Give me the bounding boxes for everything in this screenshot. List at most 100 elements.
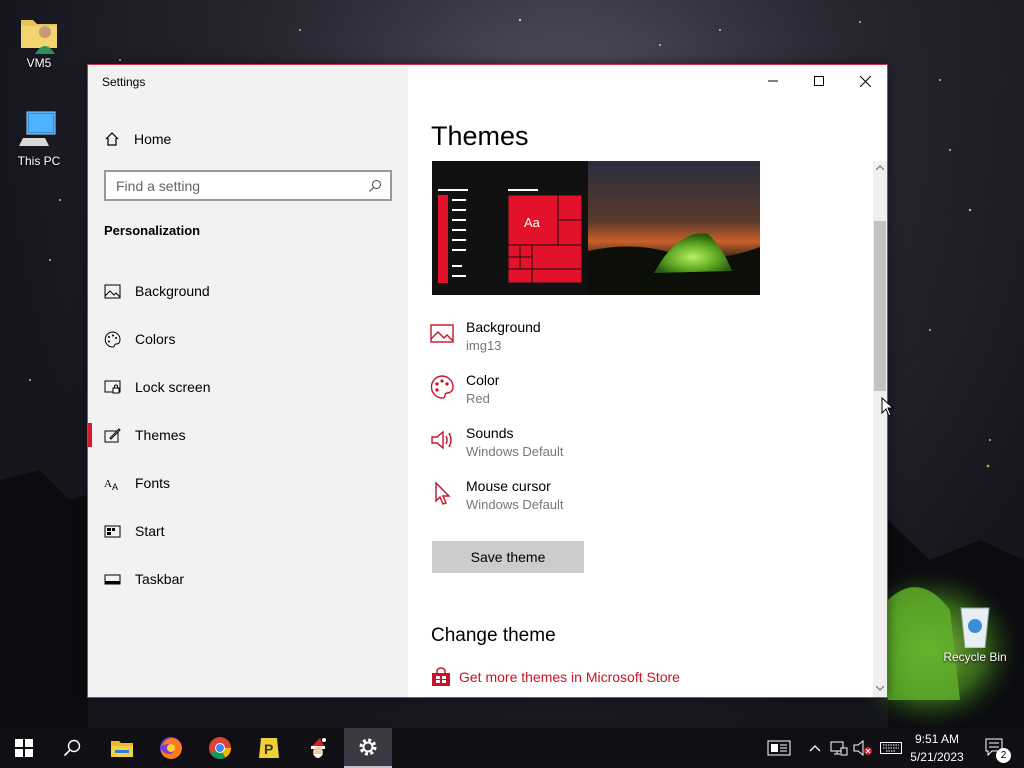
taskbar-file-explorer[interactable] bbox=[98, 728, 146, 768]
property-value: img13 bbox=[466, 338, 502, 353]
keyboard-icon bbox=[880, 742, 902, 754]
property-value: Windows Default bbox=[466, 497, 564, 512]
recycle-bin-icon bbox=[960, 607, 990, 648]
sidebar-item-fonts[interactable]: AA Fonts bbox=[88, 463, 408, 503]
start-button[interactable] bbox=[0, 728, 48, 768]
home-icon bbox=[105, 132, 119, 146]
maximize-button[interactable] bbox=[796, 65, 842, 97]
theme-preview: Aa bbox=[432, 161, 760, 295]
close-button[interactable] bbox=[842, 65, 887, 97]
settings-nav-pane: Settings Home Find a setting Personaliza… bbox=[88, 65, 408, 697]
svg-text:A: A bbox=[104, 478, 112, 490]
scrollbar-thumb[interactable] bbox=[874, 221, 886, 391]
desktop-icon-recycle-bin[interactable]: Recycle Bin bbox=[940, 604, 1010, 664]
page-title: Themes bbox=[431, 121, 529, 151]
palette-icon bbox=[430, 375, 454, 399]
tray-keyboard-button[interactable] bbox=[878, 728, 904, 768]
property-name: Background bbox=[466, 319, 541, 335]
theme-property-mouse-cursor[interactable]: Mouse cursor Windows Default bbox=[430, 478, 564, 522]
settings-content-pane: Themes Aa Background img13 Color Red Sou… bbox=[408, 65, 887, 697]
preview-tile-text: Aa bbox=[524, 215, 540, 230]
sidebar-item-label: Colors bbox=[135, 331, 176, 347]
nav-home-label: Home bbox=[134, 131, 172, 147]
tray-news-button[interactable] bbox=[764, 728, 794, 768]
taskbar-search-button[interactable] bbox=[48, 728, 96, 768]
search-input[interactable]: Find a setting bbox=[104, 170, 392, 201]
search-icon bbox=[63, 739, 81, 757]
volume-muted-icon bbox=[853, 740, 872, 756]
taskbar-chrome[interactable] bbox=[196, 728, 244, 768]
sidebar-item-lock-screen[interactable]: Lock screen bbox=[88, 367, 408, 407]
file-explorer-icon bbox=[111, 741, 133, 757]
taskbar: P 9:51 AM 5/21/2023 2 bbox=[0, 728, 1024, 768]
picture-icon bbox=[430, 324, 454, 343]
desktop-icon-label: This PC bbox=[17, 154, 61, 168]
desktop-icon-vm5[interactable]: VM5 bbox=[4, 10, 74, 70]
property-name: Color bbox=[466, 372, 500, 388]
speaker-icon bbox=[431, 430, 452, 450]
start-icon bbox=[104, 525, 121, 537]
svg-text:P: P bbox=[264, 741, 273, 757]
minimize-button[interactable] bbox=[750, 65, 796, 97]
desktop-icon-label: Recycle Bin bbox=[943, 650, 1007, 664]
sidebar-item-label: Themes bbox=[135, 427, 186, 443]
sidebar-item-start[interactable]: Start bbox=[88, 511, 408, 551]
sidebar-item-taskbar[interactable]: Taskbar bbox=[88, 559, 408, 599]
sidebar-item-label: Lock screen bbox=[135, 379, 211, 395]
save-theme-button[interactable]: Save theme bbox=[432, 541, 584, 573]
tray-volume-button[interactable] bbox=[852, 728, 874, 768]
sidebar-item-label: Fonts bbox=[135, 475, 171, 491]
property-value: Red bbox=[466, 391, 490, 406]
sidebar-item-colors[interactable]: Colors bbox=[88, 319, 408, 359]
store-link-label: Get more themes in Microsoft Store bbox=[459, 669, 680, 685]
news-icon bbox=[767, 740, 791, 756]
minimize-icon bbox=[768, 80, 778, 82]
sidebar-item-themes[interactable]: Themes bbox=[88, 415, 408, 455]
nav-home[interactable]: Home bbox=[104, 128, 171, 150]
user-folder-icon bbox=[21, 20, 57, 54]
search-placeholder: Find a setting bbox=[116, 177, 201, 194]
scrollbar[interactable] bbox=[873, 161, 887, 697]
property-name: Mouse cursor bbox=[466, 478, 551, 494]
tray-overflow-button[interactable] bbox=[806, 728, 824, 768]
taskbar-clock[interactable]: 9:51 AM 5/21/2023 bbox=[906, 730, 968, 766]
app-p-icon: P bbox=[259, 738, 279, 758]
sidebar-item-label: Start bbox=[135, 523, 165, 539]
scroll-up-icon[interactable] bbox=[876, 165, 884, 171]
svg-text:A: A bbox=[112, 482, 118, 491]
taskbar-settings[interactable] bbox=[344, 728, 392, 768]
search-icon bbox=[369, 179, 382, 192]
chrome-icon bbox=[209, 737, 231, 759]
theme-property-color[interactable]: Color Red bbox=[430, 372, 499, 416]
clock-date: 5/21/2023 bbox=[910, 750, 964, 764]
santa-icon bbox=[311, 738, 326, 758]
store-icon bbox=[432, 667, 450, 686]
desktop-icon-label: VM5 bbox=[26, 56, 52, 70]
theme-preview-image bbox=[432, 161, 760, 295]
lock-screen-icon bbox=[104, 380, 121, 393]
taskbar-app-p[interactable]: P bbox=[245, 728, 293, 768]
clock-time: 9:51 AM bbox=[914, 732, 960, 746]
taskbar-firefox[interactable] bbox=[147, 728, 195, 768]
picture-icon bbox=[104, 284, 121, 298]
theme-property-background[interactable]: Background img13 bbox=[430, 319, 541, 363]
property-value: Windows Default bbox=[466, 444, 564, 459]
maximize-icon bbox=[814, 76, 824, 86]
tray-network-button[interactable] bbox=[828, 728, 850, 768]
chevron-up-icon bbox=[809, 745, 821, 752]
theme-property-sounds[interactable]: Sounds Windows Default bbox=[430, 425, 564, 469]
network-icon bbox=[830, 741, 848, 756]
taskbar-icon bbox=[104, 574, 121, 584]
sidebar-item-background[interactable]: Background bbox=[88, 271, 408, 311]
desktop-icon-this-pc[interactable]: This PC bbox=[4, 108, 74, 168]
windows-start-icon bbox=[15, 739, 33, 757]
store-link[interactable]: Get more themes in Microsoft Store bbox=[431, 667, 680, 687]
action-center-button[interactable]: 2 bbox=[978, 728, 1014, 768]
scroll-down-icon[interactable] bbox=[876, 685, 884, 691]
window-title: Settings bbox=[102, 75, 146, 89]
taskbar-santa-app[interactable] bbox=[294, 728, 342, 768]
computer-icon bbox=[19, 111, 56, 146]
settings-window[interactable]: Settings Home Find a setting Personaliza… bbox=[87, 64, 888, 698]
change-theme-heading: Change theme bbox=[431, 625, 556, 646]
fonts-icon: AA bbox=[104, 478, 118, 491]
